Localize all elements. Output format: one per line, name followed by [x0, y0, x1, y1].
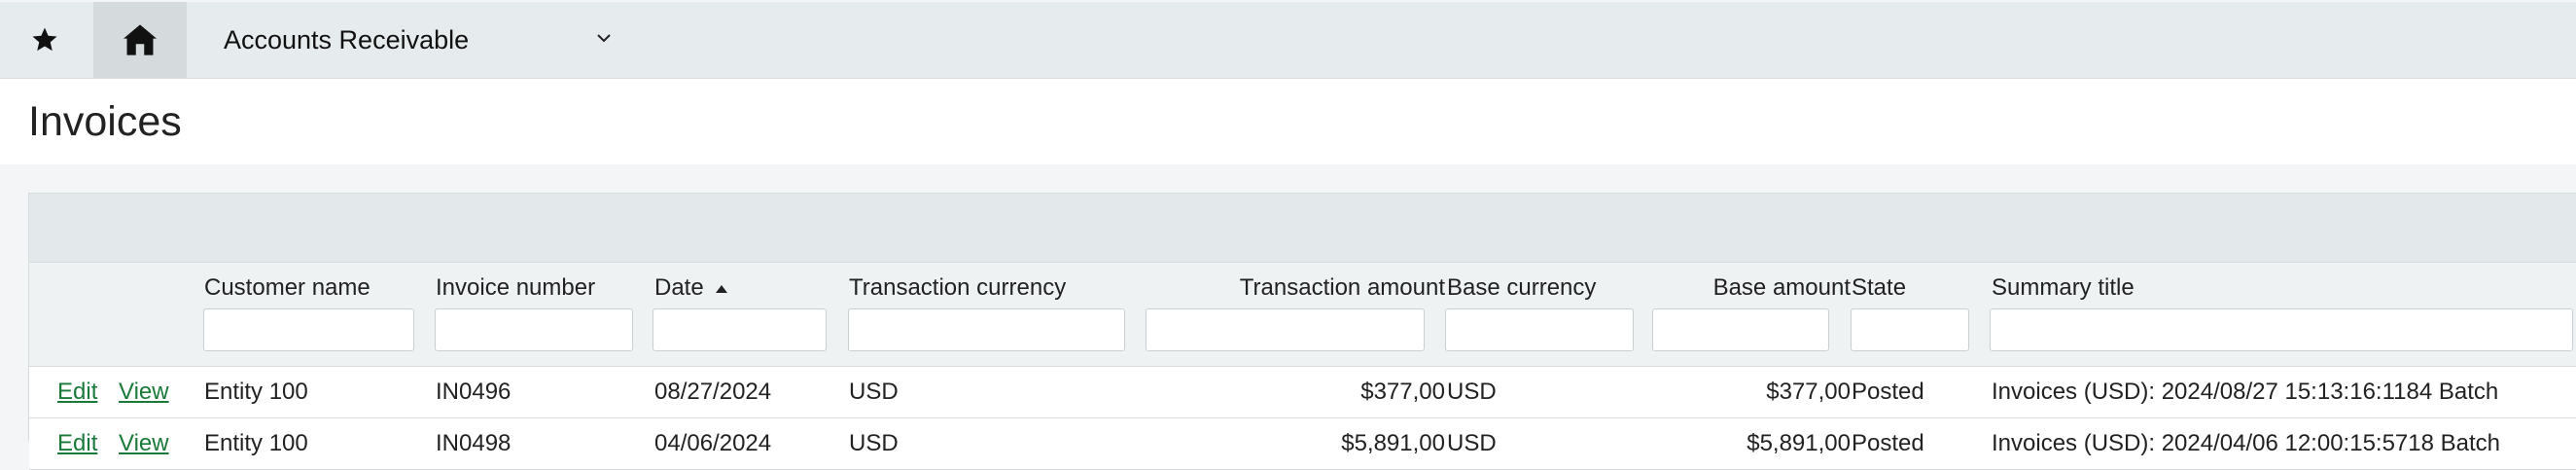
column-header-state[interactable]: State — [1852, 274, 1906, 302]
filter-invoice-number[interactable] — [435, 308, 633, 351]
column-header-invoice-number[interactable]: Invoice number — [436, 274, 595, 302]
cell-summary-title: Invoices (USD): 2024/04/06 12:00:15:5718… — [1992, 430, 2501, 456]
grid-toolbar — [29, 194, 2576, 263]
page-header: Invoices — [0, 79, 2576, 164]
cell-base-amount: $377,00 — [1766, 379, 1851, 405]
cell-invoice-number: IN0496 — [436, 379, 512, 405]
cell-date: 04/06/2024 — [654, 430, 772, 456]
page-title: Invoices — [28, 98, 182, 145]
home-icon — [124, 24, 157, 55]
cell-customer-name: Entity 100 — [204, 430, 308, 456]
view-link[interactable]: View — [119, 430, 169, 457]
column-header-customer-name[interactable]: Customer name — [204, 274, 371, 302]
view-link[interactable]: View — [119, 379, 169, 406]
home-button[interactable] — [93, 2, 187, 78]
cell-base-currency: USD — [1447, 379, 1497, 405]
filter-state[interactable] — [1851, 308, 1969, 351]
invoices-grid: Customer name Invoice number Date Transa… — [28, 193, 2576, 470]
top-nav-bar: Accounts Receivable — [0, 2, 2576, 79]
filter-transaction-amount[interactable] — [1146, 308, 1425, 351]
cell-customer-name: Entity 100 — [204, 379, 308, 405]
cell-state: Posted — [1852, 379, 1924, 405]
column-header-date-label: Date — [654, 274, 704, 301]
filter-customer-name[interactable] — [203, 308, 414, 351]
cell-state: Posted — [1852, 430, 1924, 456]
column-header-transaction-currency[interactable]: Transaction currency — [849, 274, 1066, 302]
table-row: Edit View Entity 100 IN0498 04/06/2024 U… — [29, 418, 2576, 470]
cell-base-currency: USD — [1447, 430, 1497, 456]
grid-header-row: Customer name Invoice number Date Transa… — [29, 263, 2576, 367]
cell-summary-title: Invoices (USD): 2024/08/27 15:13:16:1184… — [1992, 379, 2499, 405]
module-selector[interactable]: Accounts Receivable — [224, 2, 622, 78]
cell-transaction-currency: USD — [849, 430, 899, 456]
edit-link[interactable]: Edit — [57, 430, 97, 457]
table-row: Edit View Entity 100 IN0496 08/27/2024 U… — [29, 367, 2576, 418]
cell-date: 08/27/2024 — [654, 379, 772, 405]
sort-ascending-icon — [715, 284, 727, 293]
filter-transaction-currency[interactable] — [848, 308, 1125, 351]
column-header-base-amount[interactable]: Base amount — [1643, 274, 1851, 302]
star-icon — [32, 27, 57, 52]
filter-base-amount[interactable] — [1652, 308, 1829, 351]
column-header-summary-title[interactable]: Summary title — [1992, 274, 2135, 302]
cell-transaction-amount: $377,00 — [1360, 379, 1445, 405]
filter-date[interactable] — [653, 308, 827, 351]
column-header-transaction-amount[interactable]: Transaction amount — [1147, 274, 1445, 302]
column-header-base-currency[interactable]: Base currency — [1447, 274, 1596, 302]
cell-invoice-number: IN0498 — [436, 430, 512, 456]
favorites-button[interactable] — [0, 2, 89, 78]
chevron-down-icon — [597, 34, 611, 43]
edit-link[interactable]: Edit — [57, 379, 97, 406]
cell-base-amount: $5,891,00 — [1747, 430, 1851, 456]
filter-base-currency[interactable] — [1445, 308, 1634, 351]
column-header-date[interactable]: Date — [654, 274, 729, 302]
cell-transaction-amount: $5,891,00 — [1341, 430, 1445, 456]
module-selector-label: Accounts Receivable — [224, 24, 470, 54]
cell-transaction-currency: USD — [849, 379, 899, 405]
filter-summary-title[interactable] — [1990, 308, 2573, 351]
